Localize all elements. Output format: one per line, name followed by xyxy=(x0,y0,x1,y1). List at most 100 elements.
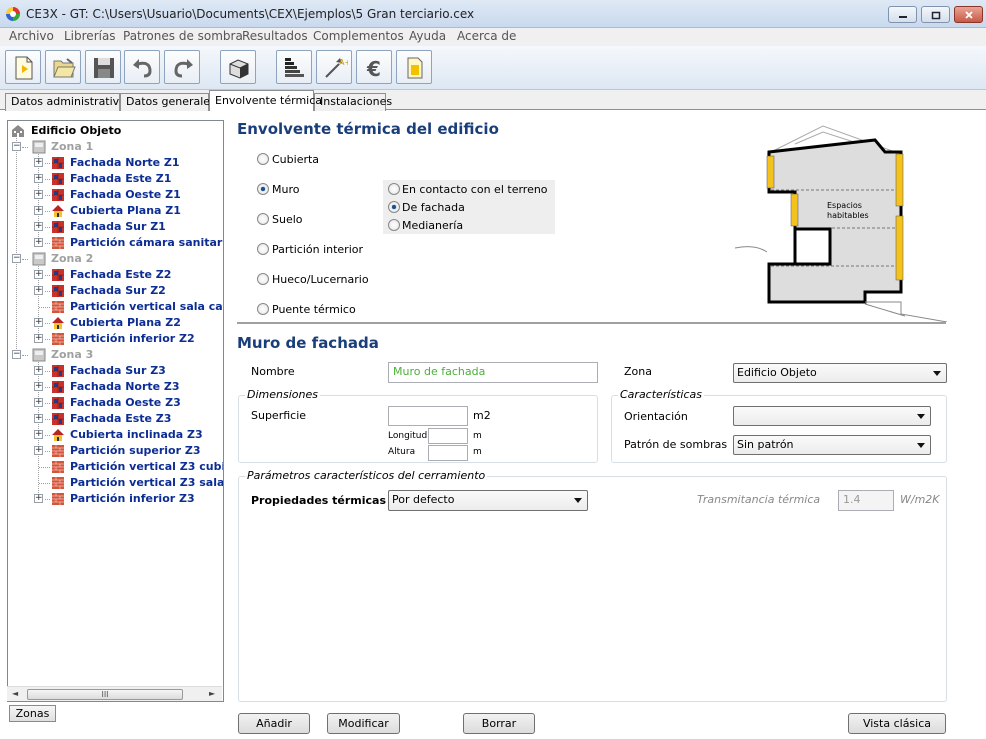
collapse-icon[interactable]: − xyxy=(12,254,21,263)
orientacion-select[interactable] xyxy=(733,406,931,426)
expand-icon[interactable]: + xyxy=(34,366,43,375)
expand-icon[interactable]: + xyxy=(34,174,43,183)
longitud-unit: m xyxy=(473,431,482,441)
radio-label-de-fachada[interactable]: De fachada xyxy=(402,201,465,214)
menu-archivo[interactable]: Archivo xyxy=(9,29,54,43)
superficie-input[interactable] xyxy=(388,406,468,426)
expand-icon[interactable]: + xyxy=(34,222,43,231)
radio-medianeria[interactable] xyxy=(388,219,400,231)
expand-icon[interactable]: + xyxy=(34,158,43,167)
menu-patrones-de-sombra[interactable]: Patrones de sombra xyxy=(123,29,243,43)
tab-envolvente-termica[interactable]: Envolvente térmica xyxy=(209,90,322,111)
expand-icon[interactable]: + xyxy=(34,238,43,247)
energy-rating-button[interactable] xyxy=(276,50,312,84)
tree-connector xyxy=(22,355,28,356)
menu-ayuda[interactable]: Ayuda xyxy=(409,29,446,43)
transmitancia-input[interactable]: 1.4 xyxy=(838,490,894,511)
zone-icon xyxy=(32,348,46,362)
classic-view-button[interactable]: Vista clásica xyxy=(848,713,946,734)
expand-icon[interactable]: + xyxy=(34,414,43,423)
svg-text:€: € xyxy=(366,57,381,81)
expand-icon[interactable]: + xyxy=(34,334,43,343)
radio-de-fachada[interactable] xyxy=(388,201,400,213)
economic-analysis-button[interactable]: € xyxy=(356,50,392,84)
svg-text:A+: A+ xyxy=(339,58,348,67)
brick-wall-icon xyxy=(51,300,65,314)
longitud-input[interactable] xyxy=(428,428,468,444)
expand-icon[interactable]: + xyxy=(34,446,43,455)
radio-label-cubierta[interactable]: Cubierta xyxy=(272,153,319,166)
tree-connector xyxy=(45,243,50,244)
tab-datos-generales[interactable]: Datos generales xyxy=(120,93,216,111)
tree-item-label: Cubierta inclinada Z3 xyxy=(70,428,203,441)
radio-label-puente-termico[interactable]: Puente térmico xyxy=(272,303,356,316)
radio-en-contacto-terreno[interactable] xyxy=(388,183,400,195)
minimize-button[interactable] xyxy=(888,6,917,23)
scroll-thumb[interactable]: III xyxy=(27,689,183,700)
improvement-measures-button[interactable]: A+ xyxy=(316,50,352,84)
open-file-button[interactable] xyxy=(45,50,81,84)
expand-icon[interactable]: + xyxy=(34,382,43,391)
scroll-left-icon[interactable]: ◄ xyxy=(12,689,18,698)
restore-icon xyxy=(931,11,940,20)
zona-select[interactable]: Edificio Objeto xyxy=(733,363,947,383)
radio-label-muro[interactable]: Muro xyxy=(272,183,299,196)
section-divider xyxy=(237,322,946,324)
close-icon xyxy=(964,11,973,19)
scroll-right-icon[interactable]: ► xyxy=(209,689,215,698)
radio-cubierta[interactable] xyxy=(257,153,269,165)
toolbar: A+ € xyxy=(0,46,986,90)
propiedades-termicas-value: Por defecto xyxy=(392,493,455,506)
collapse-icon[interactable]: − xyxy=(12,142,21,151)
expand-icon[interactable]: + xyxy=(34,318,43,327)
menu-complementos[interactable]: Complementos xyxy=(313,29,404,43)
menu-resultados[interactable]: Resultados xyxy=(242,29,308,43)
maximize-button[interactable] xyxy=(921,6,950,23)
save-button[interactable] xyxy=(85,50,121,84)
radio-particion-interior[interactable] xyxy=(257,243,269,255)
tree-horizontal-scrollbar[interactable]: ◄ III ► xyxy=(7,686,222,701)
expand-icon[interactable]: + xyxy=(34,494,43,503)
expand-icon[interactable]: + xyxy=(34,286,43,295)
expand-icon[interactable]: + xyxy=(34,398,43,407)
radio-label-hueco-lucernario[interactable]: Hueco/Lucernario xyxy=(272,273,369,286)
radio-hueco-lucernario[interactable] xyxy=(257,273,269,285)
radio-label-en-contacto-terreno[interactable]: En contacto con el terreno xyxy=(402,183,548,196)
expand-icon[interactable]: + xyxy=(34,206,43,215)
radio-puente-termico[interactable] xyxy=(257,303,269,315)
add-button[interactable]: Añadir xyxy=(238,713,310,734)
undo-button[interactable] xyxy=(124,50,160,84)
radio-label-suelo[interactable]: Suelo xyxy=(272,213,303,226)
collapse-icon[interactable]: − xyxy=(12,350,21,359)
tab-datos-administrativos[interactable]: Datos administrativos xyxy=(5,93,132,111)
radio-label-medianeria[interactable]: Medianería xyxy=(402,219,463,232)
radio-muro[interactable] xyxy=(257,183,269,195)
report-button[interactable] xyxy=(396,50,432,84)
tree-item-label: Cubierta Plana Z2 xyxy=(70,316,181,329)
nombre-input[interactable]: Muro de fachada xyxy=(388,362,598,383)
zonas-button[interactable]: Zonas xyxy=(9,705,56,722)
propiedades-termicas-select[interactable]: Por defecto xyxy=(388,490,588,511)
redo-button[interactable] xyxy=(164,50,200,84)
new-file-button[interactable] xyxy=(5,50,41,84)
tab-instalaciones[interactable]: Instalaciones xyxy=(314,93,392,111)
brick-wall-icon xyxy=(51,236,65,250)
altura-input[interactable] xyxy=(428,445,468,461)
close-button[interactable] xyxy=(954,6,983,23)
patron-sombras-select[interactable]: Sin patrón xyxy=(733,435,931,455)
radio-suelo[interactable] xyxy=(257,213,269,225)
tree-item-label: Fachada Oeste Z1 xyxy=(70,188,181,201)
expand-icon[interactable]: + xyxy=(34,270,43,279)
app-logo-icon xyxy=(6,7,20,21)
delete-button[interactable]: Borrar xyxy=(463,713,535,734)
expand-icon[interactable]: + xyxy=(34,190,43,199)
radio-label-particion-interior[interactable]: Partición interior xyxy=(272,243,363,256)
brick-wall-icon xyxy=(51,492,65,506)
redo-icon xyxy=(174,59,193,78)
expand-icon[interactable]: + xyxy=(34,430,43,439)
modify-button[interactable]: Modificar xyxy=(327,713,400,734)
menu-librerias[interactable]: Librerías xyxy=(64,29,116,43)
menu-acerca-de[interactable]: Acerca de xyxy=(457,29,516,43)
tree-connector xyxy=(45,419,50,420)
building-3d-button[interactable] xyxy=(220,50,256,84)
